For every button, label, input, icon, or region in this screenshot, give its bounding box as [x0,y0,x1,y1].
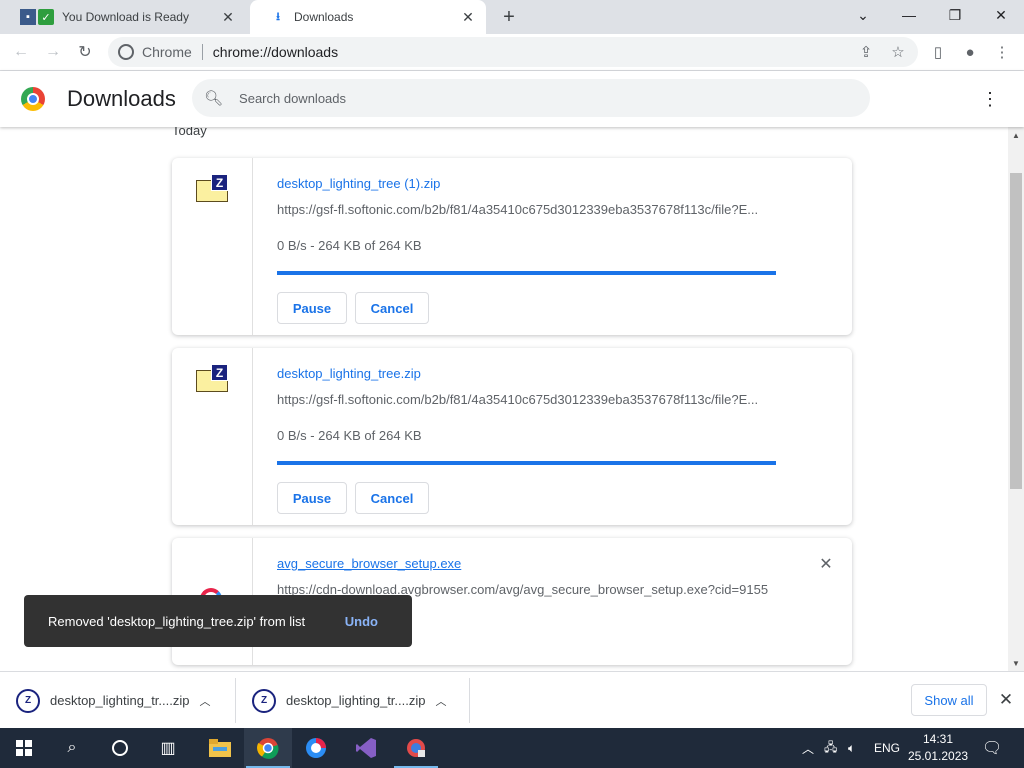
notifications-icon[interactable]: 🗨︎ [982,728,1002,768]
shelf-file-name: desktop_lighting_tr....zip [50,693,190,708]
zip-file-icon: Z [252,688,276,713]
removed-toast: Removed 'desktop_lighting_tree.zip' from… [24,595,412,647]
windows-taskbar: ⌕ ▥ ︿ 🖧︎ 🔈︎ ENG 14:31 25.01.2023 🗨︎ [0,728,1024,768]
share-icon[interactable]: ⇪ [856,42,876,62]
progress-fill [277,461,776,465]
chrome-site-icon [118,44,134,60]
minimize-button[interactable]: — [886,0,932,30]
restore-button[interactable]: ❐ [932,0,978,30]
scroll-up-arrow-icon[interactable]: ▲ [1008,127,1024,143]
chevron-up-icon[interactable]: ︿ [195,693,215,709]
download-progress-bar [277,271,776,275]
system-clock[interactable]: 14:31 25.01.2023 [908,731,968,765]
file-name-link[interactable]: desktop_lighting_tree (1).zip [277,176,440,191]
new-tab-button[interactable]: + [498,6,520,28]
search-input[interactable] [239,90,840,106]
reload-button[interactable]: ↻ [72,39,98,65]
pause-button[interactable]: Pause [277,482,347,514]
visual-studio-icon[interactable] [342,728,390,768]
zip-file-icon: Z [16,688,40,713]
remove-from-list-icon[interactable]: ✕ [818,556,834,573]
file-explorer-icon[interactable] [196,728,244,768]
tab-title: Downloads [294,10,354,24]
profile-avatar-icon[interactable]: ● [960,42,980,62]
checkmark-icon: ✓ [38,9,54,25]
file-source-url[interactable]: https://gsf-fl.softonic.com/b2b/f81/4a35… [277,392,782,407]
download-item: Z desktop_lighting_tree.zip https://gsf-… [172,348,852,525]
tab-title: You Download is Ready [62,10,189,24]
download-shelf: Z desktop_lighting_tr....zip ︿ Z desktop… [0,671,1024,728]
cancel-button[interactable]: Cancel [355,292,429,324]
download-status: 0 B/s - 264 KB of 264 KB [277,428,422,443]
scroll-down-arrow-icon[interactable]: ▼ [1008,655,1024,671]
chevron-up-icon[interactable]: ︿ [431,693,451,709]
more-actions-icon[interactable]: ⋮ [980,87,1000,111]
address-bar[interactable]: Chrome chrome://downloads [108,37,918,67]
file-source-url[interactable]: https://gsf-fl.softonic.com/b2b/f81/4a35… [277,202,782,217]
chrome-taskbar-icon[interactable] [244,728,292,768]
show-hidden-icons-icon[interactable]: ︿ [802,728,814,768]
start-windows-icon[interactable] [0,728,48,768]
progress-fill [277,271,776,275]
chrome-logo-icon [21,87,45,111]
download-status: 0 B/s - 264 KB of 264 KB [277,238,422,253]
file-name-link[interactable]: avg_secure_browser_setup.exe [277,556,461,571]
side-panel-icon[interactable]: ▯ [928,42,948,62]
close-tab-icon[interactable]: ✕ [458,7,478,27]
scrollbar-thumb[interactable] [1010,173,1022,489]
clock-time: 14:31 [922,732,954,746]
tab-downloads[interactable]: ⭳ Downloads ✕ [250,0,486,34]
download-item: Z desktop_lighting_tree (1).zip https://… [172,158,852,335]
close-tab-icon[interactable]: ✕ [218,7,238,27]
shelf-file-name: desktop_lighting_tr....zip [286,693,426,708]
file-icon-column: Z [172,158,253,335]
url-text: chrome://downloads [212,44,339,60]
page-scrollbar[interactable]: ▲ ▼ [1008,127,1024,671]
page-title: Downloads [67,86,176,111]
file-name-link[interactable]: desktop_lighting_tree.zip [277,366,421,381]
download-icon: ⭳ [276,10,280,23]
shelf-download-item[interactable]: Z desktop_lighting_tr....zip ︿ [236,678,470,723]
avg-browser-taskbar-icon[interactable] [292,728,340,768]
site-name: Chrome [142,44,192,60]
show-all-button[interactable]: Show all [911,684,987,716]
task-view-icon[interactable]: ▥ [144,728,192,768]
search-icon[interactable]: ⌕ [48,728,96,768]
date-group-label: Today [172,127,207,138]
site-favicon-icon: ▪ [20,9,36,25]
tab-search-icon[interactable]: ⌄ [840,0,886,30]
file-icon-column: Z [172,348,253,525]
browser-toolbar: ← → ↻ Chrome chrome://downloads ⇪ ☆ ▯ ● … [0,34,1024,71]
shelf-download-item[interactable]: Z desktop_lighting_tr....zip ︿ [0,678,236,723]
language-indicator[interactable]: ENG [874,728,900,768]
cortana-circle-icon[interactable] [96,728,144,768]
network-icon[interactable]: 🖧︎ [824,728,837,768]
search-icon: 🔍︎ [204,90,224,107]
close-window-button[interactable]: ✕ [978,0,1024,30]
toast-message: Removed 'desktop_lighting_tree.zip' from… [48,613,306,629]
omnibox-separator [201,44,203,60]
cancel-button[interactable]: Cancel [355,482,429,514]
back-button[interactable]: ← [8,39,34,65]
installer-app-icon[interactable] [392,728,440,768]
browser-menu-icon[interactable]: ⋮ [992,42,1012,62]
downloads-list: Today Z desktop_lighting_tree (1).zip ht… [0,127,1008,671]
forward-button[interactable]: → [40,39,66,65]
downloads-header: Downloads 🔍︎ ⋮ [0,71,1024,127]
clock-date: 25.01.2023 [908,749,969,763]
zip-file-icon: Z [196,174,228,204]
tab-strip: ▪ ✓ You Download is Ready ✕ ⭳ Downloads … [0,0,1024,34]
close-shelf-icon[interactable]: ✕ [998,690,1014,709]
volume-icon[interactable]: 🔈︎ [848,728,855,768]
undo-button[interactable]: Undo [345,614,378,629]
zip-file-icon: Z [196,364,228,394]
tab-you-download-is-ready[interactable]: ▪ ✓ You Download is Ready ✕ [0,0,246,34]
pause-button[interactable]: Pause [277,292,347,324]
download-progress-bar [277,461,776,465]
search-downloads-box[interactable]: 🔍︎ [192,79,870,117]
bookmark-star-icon[interactable]: ☆ [888,42,908,62]
